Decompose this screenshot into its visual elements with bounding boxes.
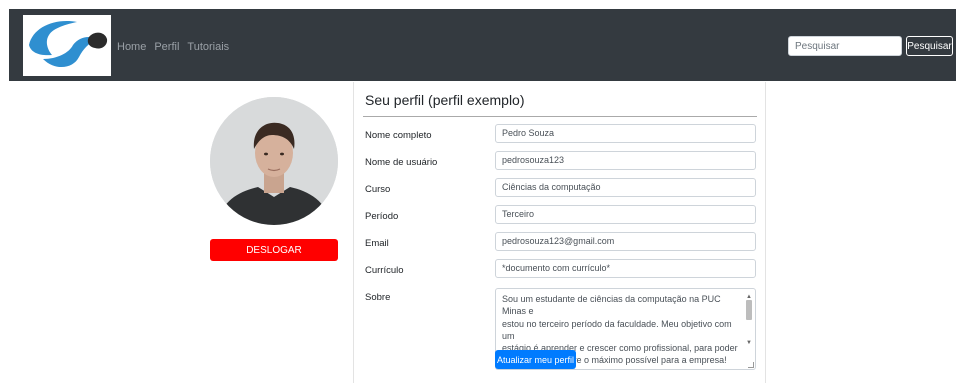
profile-card: Seu perfil (perfil exemplo) Nome complet…: [353, 82, 766, 383]
scroll-down-icon[interactable]: ▼: [746, 337, 752, 349]
logo[interactable]: [23, 15, 111, 76]
scroll-thumb[interactable]: [746, 300, 752, 320]
textarea-scrollbar[interactable]: ▲ ▼: [745, 291, 753, 367]
avatar: [210, 97, 338, 225]
label-about: Sobre: [365, 292, 391, 303]
course-field[interactable]: Ciências da computação: [495, 178, 756, 197]
nav-link-tutoriais[interactable]: Tutoriais: [187, 41, 229, 53]
search-input[interactable]: [788, 36, 902, 56]
label-username: Nome de usuário: [365, 157, 438, 168]
nav-link-perfil[interactable]: Perfil: [154, 41, 179, 53]
username-field[interactable]: pedrosouza123: [495, 151, 756, 170]
page-title: Seu perfil (perfil exemplo): [365, 92, 525, 108]
resize-grip-icon[interactable]: [748, 362, 754, 368]
about-line: Sou um estudante de ciências da computaç…: [502, 294, 721, 317]
label-email: Email: [365, 238, 389, 249]
label-full-name: Nome completo: [365, 130, 432, 141]
label-resume: Currículo: [365, 265, 404, 276]
top-navbar: Home Perfil Tutoriais Pesquisar: [9, 9, 956, 81]
period-field[interactable]: Terceiro: [495, 205, 756, 224]
about-line: estou no terceiro período da faculdade. …: [502, 318, 732, 341]
email-field[interactable]: pedrosouza123@gmail.com: [495, 232, 756, 251]
full-name-field[interactable]: Pedro Souza: [495, 124, 756, 143]
label-course: Curso: [365, 184, 391, 195]
update-profile-button[interactable]: Atualizar meu perfil: [495, 350, 576, 369]
resume-field[interactable]: *documento com currículo*: [495, 259, 756, 278]
nav-link-home[interactable]: Home: [117, 41, 146, 53]
search-button[interactable]: Pesquisar: [906, 36, 953, 56]
logout-button[interactable]: DESLOGAR: [210, 239, 338, 261]
title-divider: [363, 116, 757, 117]
label-period: Período: [365, 211, 399, 222]
